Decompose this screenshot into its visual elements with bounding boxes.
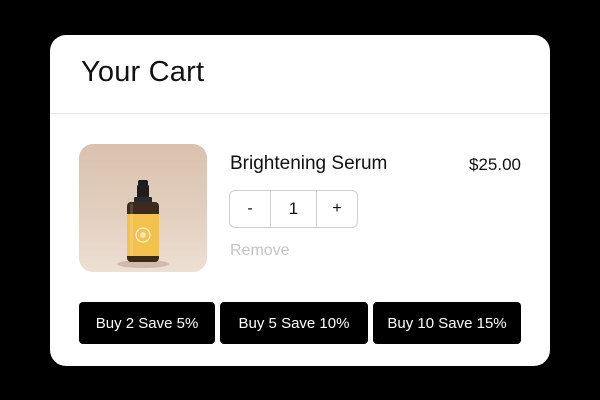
buy-2-save-5-button[interactable]: Buy 2 Save 5% bbox=[79, 302, 215, 344]
cart-header: Your Cart bbox=[50, 35, 550, 114]
cart-title: Your Cart bbox=[81, 56, 205, 88]
quantity-value[interactable]: 1 bbox=[270, 191, 317, 227]
quantity-stepper: - 1 + bbox=[229, 190, 358, 228]
product-price: $25.00 bbox=[469, 155, 521, 174]
buy-5-save-10-button[interactable]: Buy 5 Save 10% bbox=[220, 302, 368, 344]
cart-panel: Your Cart Brightening Serum $25.00 - 1 +… bbox=[50, 35, 550, 366]
decrement-button[interactable]: - bbox=[230, 191, 270, 227]
product-name: Brightening Serum bbox=[230, 153, 388, 174]
serum-bottle-icon bbox=[117, 180, 169, 268]
buy-10-save-15-button[interactable]: Buy 10 Save 15% bbox=[373, 302, 521, 344]
remove-link[interactable]: Remove bbox=[230, 242, 290, 260]
increment-button[interactable]: + bbox=[317, 191, 357, 227]
product-image[interactable] bbox=[79, 144, 207, 272]
